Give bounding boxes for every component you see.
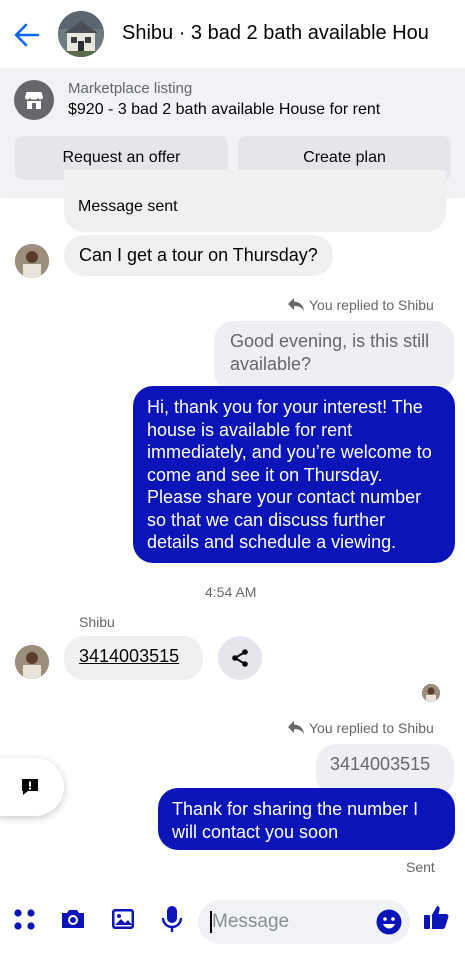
quoted-text: 3414003515: [330, 754, 431, 774]
feedback-button[interactable]: [0, 758, 64, 816]
message-text: Hi, thank you for your interest! The hou…: [147, 397, 432, 552]
camera-icon[interactable]: [58, 904, 88, 934]
store-icon: [14, 80, 54, 120]
emoji-icon[interactable]: [374, 907, 404, 937]
phone-link[interactable]: 3414003515: [79, 646, 179, 666]
partial-message-text: Message sent: [78, 198, 178, 215]
incoming-phone-bubble[interactable]: 3414003515: [64, 636, 203, 680]
sender-avatar[interactable]: [15, 244, 49, 278]
thumbs-up-icon[interactable]: [421, 902, 451, 932]
conversation-title[interactable]: Shibu · 3 bad 2 bath available Hou: [122, 22, 452, 45]
outgoing-message-bubble[interactable]: Thank for sharing the number I will cont…: [158, 788, 455, 850]
share-icon: [232, 649, 248, 667]
reply-indicator: You replied to Shibu: [287, 720, 434, 736]
seen-avatar: [422, 684, 440, 702]
message-text: Can I get a tour on Thursday?: [79, 245, 318, 265]
outgoing-message-bubble[interactable]: Hi, thank you for your interest! The hou…: [133, 386, 455, 563]
marketplace-label: Marketplace listing: [68, 80, 193, 97]
timestamp: 4:54 AM: [205, 584, 257, 600]
incoming-message-bubble[interactable]: Can I get a tour on Thursday?: [64, 235, 333, 276]
composer-bar: [0, 890, 465, 954]
message-text: Thank for sharing the number I will cont…: [172, 799, 419, 842]
contact-avatar[interactable]: [58, 11, 104, 57]
reply-icon: [288, 298, 304, 311]
share-button[interactable]: [218, 636, 262, 680]
feedback-icon: [22, 779, 38, 795]
sender-name: Shibu: [79, 614, 115, 630]
back-arrow-icon[interactable]: [12, 20, 42, 50]
reply-icon: [288, 721, 304, 734]
reply-indicator: You replied to Shibu: [287, 297, 434, 313]
text-cursor: [210, 911, 212, 933]
sender-avatar[interactable]: [15, 645, 49, 679]
mic-icon[interactable]: [157, 904, 187, 934]
message-status: Sent: [406, 859, 435, 875]
quoted-message[interactable]: Good evening, is this still available?: [214, 321, 454, 391]
partial-message-bubble: Message sent: [64, 170, 446, 232]
quoted-text: Good evening, is this still available?: [230, 331, 430, 374]
apps-icon[interactable]: [10, 904, 40, 934]
listing-title[interactable]: $920 - 3 bad 2 bath available House for …: [68, 101, 380, 119]
conversation-header: Shibu · 3 bad 2 bath available Hou: [0, 0, 465, 68]
image-icon[interactable]: [108, 904, 138, 934]
